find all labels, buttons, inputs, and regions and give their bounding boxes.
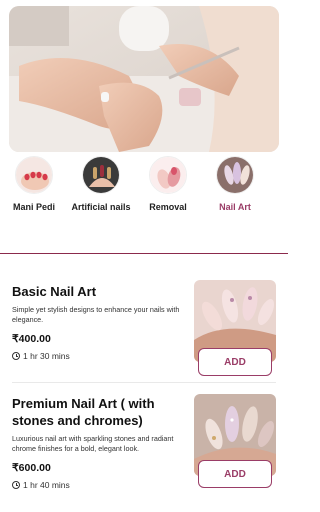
artificial-nails-thumbnail bbox=[82, 156, 120, 194]
category-label: Nail Art bbox=[219, 202, 251, 212]
category-label: Removal bbox=[149, 202, 187, 212]
service-description: Simple yet stylish designs to enhance yo… bbox=[12, 305, 180, 324]
category-removal[interactable]: Removal bbox=[136, 156, 200, 213]
category-row: Mani Pedi Artificial nails Removal Nail … bbox=[0, 156, 288, 228]
service-title: Premium Nail Art ( with stones and chrom… bbox=[12, 396, 155, 428]
nail-art-thumbnail bbox=[216, 156, 254, 194]
duration-text: 1 hr 30 mins bbox=[23, 351, 70, 361]
service-title: Basic Nail Art bbox=[12, 284, 97, 299]
service-card-basic-nail-art: Basic Nail Art Simple yet stylish design… bbox=[12, 280, 276, 376]
category-mani-pedi[interactable]: Mani Pedi bbox=[2, 156, 66, 213]
clock-icon bbox=[12, 352, 20, 360]
duration-text: 1 hr 40 mins bbox=[23, 480, 70, 490]
clock-icon bbox=[12, 481, 20, 489]
card-separator bbox=[12, 382, 276, 383]
category-label: Mani Pedi bbox=[12, 202, 55, 212]
mani-pedi-thumbnail bbox=[15, 156, 53, 194]
section-divider bbox=[0, 253, 288, 254]
category-label: Artificial nails bbox=[71, 202, 131, 212]
hero-banner-image bbox=[9, 6, 279, 152]
service-card-premium-nail-art: Premium Nail Art ( with stones and chrom… bbox=[12, 394, 276, 490]
category-artificial-nails[interactable]: Artificial nails bbox=[69, 156, 133, 213]
removal-thumbnail bbox=[149, 156, 187, 194]
add-button[interactable]: ADD bbox=[198, 460, 272, 488]
add-button[interactable]: ADD bbox=[198, 348, 272, 376]
category-nail-art[interactable]: Nail Art bbox=[203, 156, 267, 213]
service-description: Luxurious nail art with sparkling stones… bbox=[12, 434, 174, 453]
